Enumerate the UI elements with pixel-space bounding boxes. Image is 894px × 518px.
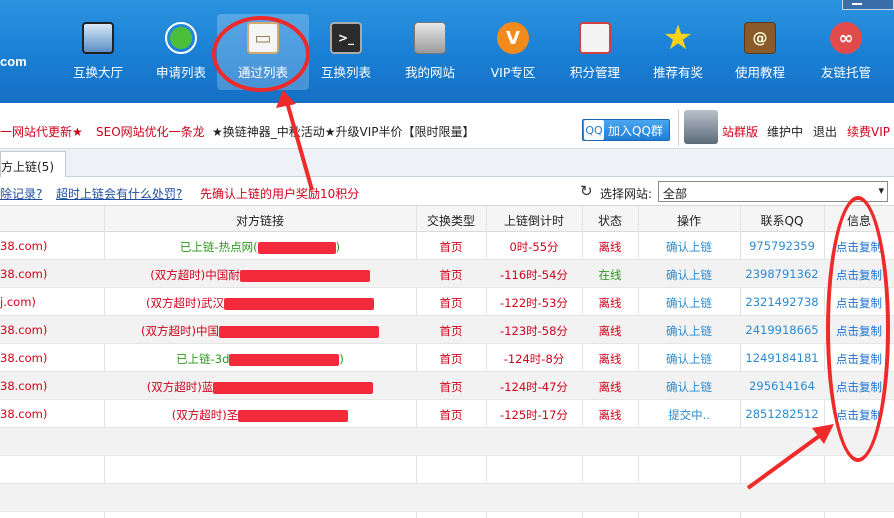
arrow-head-up bbox=[276, 90, 296, 108]
arrow-line-right bbox=[746, 432, 824, 490]
arrow-line-up bbox=[285, 101, 314, 191]
annotation-arrows bbox=[276, 90, 834, 490]
